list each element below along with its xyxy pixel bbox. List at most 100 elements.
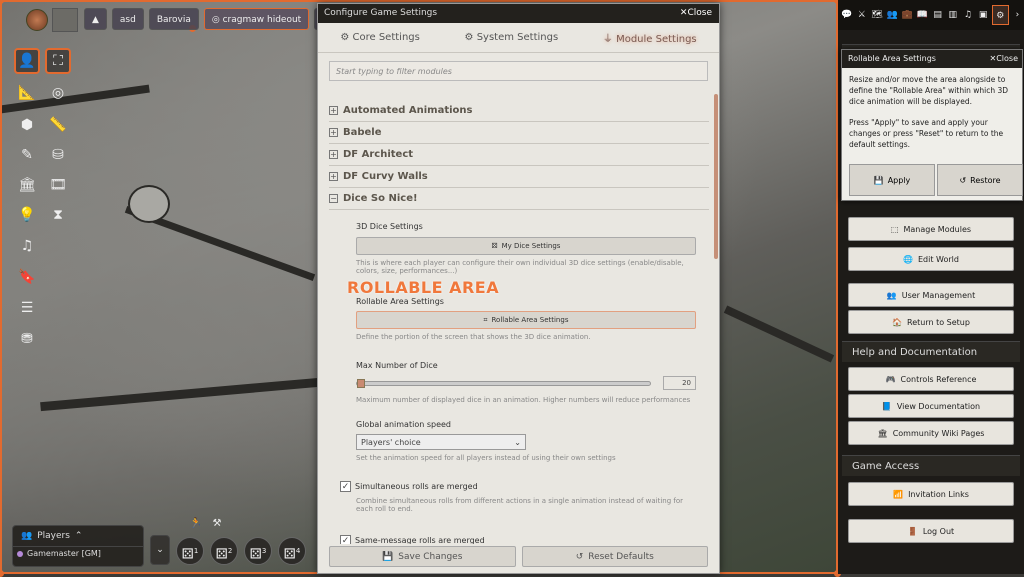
scene-thumbnail	[52, 8, 78, 32]
scenes-icon[interactable]: 🗺	[870, 8, 883, 22]
items-icon[interactable]: 💼	[901, 8, 914, 22]
chat-icon[interactable]: 💬	[840, 8, 853, 22]
log-out-button[interactable]: 🚪 Log Out	[848, 519, 1014, 543]
dice-macro[interactable]: ⚄2	[210, 537, 238, 565]
community-wiki-button[interactable]: 🏛 Community Wiki Pages	[848, 421, 1014, 445]
lighting-controls-icon[interactable]: 💡	[14, 202, 40, 228]
film-icon[interactable]: 🎞	[45, 172, 71, 198]
setting-label: Max Number of Dice	[356, 361, 438, 370]
button-label: Controls Reference	[900, 374, 977, 384]
chevron-down-icon: ⌄	[514, 438, 521, 447]
my-dice-settings-button[interactable]: ⚄ My Dice Settings	[356, 237, 696, 255]
tools-icon[interactable]: ⚒	[207, 513, 227, 533]
scene-tab[interactable]: Barovia	[148, 8, 199, 30]
dice-macro[interactable]: ⚄3	[244, 537, 272, 565]
user-management-button[interactable]: 👥 User Management	[848, 283, 1014, 307]
list-controls-icon[interactable]: ☰	[14, 295, 40, 321]
database-icon[interactable]: ⛁	[45, 142, 71, 168]
tiles-controls-icon[interactable]: ⬢	[14, 112, 40, 138]
module-name: Babele	[343, 127, 382, 138]
button-label: Edit World	[918, 254, 959, 264]
collapse-sidebar-icon[interactable]: ›	[1011, 8, 1024, 22]
tab-core-settings[interactable]: ⚙ Core Settings	[340, 32, 420, 43]
dice-icon: ⚄	[491, 242, 498, 250]
walls-controls-icon[interactable]: 🏛	[14, 172, 40, 198]
plug-icon: ⏚	[602, 34, 617, 45]
same-message-checkbox[interactable]: ✓	[340, 535, 351, 544]
reset-defaults-button[interactable]: ↺ Reset Defaults	[521, 546, 708, 567]
button-label: Return to Setup	[907, 317, 970, 327]
setting-label: Global animation speed	[356, 420, 451, 429]
running-icon[interactable]: 🏃	[186, 513, 206, 533]
popup-header[interactable]: Rollable Area Settings ✕Close	[842, 50, 1022, 68]
dice-macro[interactable]: ⚄1	[176, 537, 204, 565]
module-name: Automated Animations	[343, 105, 473, 116]
dice-macro[interactable]: ⚄4	[278, 537, 306, 565]
chevron-up-icon: ⌃	[74, 531, 83, 541]
scene-tab[interactable]: asd	[111, 8, 144, 30]
popup-title: Rollable Area Settings	[848, 54, 936, 63]
hourglass-icon[interactable]: ⧗	[45, 202, 71, 228]
player-row[interactable]: Gamemaster [GM]	[13, 546, 143, 560]
module-header[interactable]: + DF Architect	[329, 144, 709, 166]
slider-thumb[interactable]	[357, 378, 365, 388]
combat-icon[interactable]: ⚔	[855, 8, 868, 22]
journal-icon[interactable]: 📖	[916, 8, 929, 22]
coins-controls-icon[interactable]: ⛃	[14, 326, 40, 352]
notes-controls-icon[interactable]: 🔖	[14, 264, 40, 290]
drawing-controls-icon[interactable]: ✎	[14, 142, 40, 168]
manage-modules-button[interactable]: ⬚ Manage Modules	[848, 217, 1014, 241]
scene-tab-active[interactable]: ◎ cragmaw hideout	[203, 8, 310, 30]
target-tool-icon[interactable]: ◎	[45, 80, 71, 106]
hotbar-toggle[interactable]: ⌄	[150, 535, 170, 565]
module-header[interactable]: − Dice So Nice!	[329, 188, 709, 210]
tab-module-settings[interactable]: ⏚ Module Settings	[603, 30, 697, 45]
rollable-area-settings-button[interactable]: ⌗ Rollable Area Settings	[356, 311, 696, 329]
sound-controls-icon[interactable]: ♫	[14, 233, 40, 259]
ruler-controls-icon[interactable]: 📐	[14, 80, 40, 106]
module-filter-input[interactable]: Start typing to filter modules	[329, 61, 708, 81]
invitation-links-button[interactable]: 📶 Invitation Links	[848, 482, 1014, 506]
scene-nav-toggle[interactable]: ▲	[84, 8, 107, 30]
dialog-scrollbar[interactable]	[714, 94, 718, 259]
tab-system-settings[interactable]: ⚙ System Settings	[465, 32, 559, 43]
players-header[interactable]: 👥 Players ⌃	[13, 526, 143, 546]
apply-button[interactable]: 💾 Apply	[849, 164, 935, 196]
module-name: Dice So Nice!	[343, 193, 418, 204]
popup-text: Resize and/or move the area alongside to…	[849, 75, 1009, 106]
playlists-icon[interactable]: ♫	[961, 8, 974, 22]
return-setup-button[interactable]: 🏠 Return to Setup	[848, 310, 1014, 334]
cards-icon[interactable]: ▥	[946, 8, 959, 22]
tables-icon[interactable]: ▤	[931, 8, 944, 22]
merged-checkbox[interactable]: ✓	[340, 481, 351, 492]
module-header[interactable]: + DF Curvy Walls	[329, 166, 709, 188]
actors-icon[interactable]: 👥	[886, 8, 899, 22]
restore-button[interactable]: ↺ Restore	[937, 164, 1023, 196]
door-icon: 🚪	[907, 526, 918, 536]
foundry-logo[interactable]	[26, 9, 48, 31]
dialog-header[interactable]: Configure Game Settings ✕Close	[318, 4, 719, 23]
measure-tool-icon[interactable]: 📏	[45, 112, 71, 138]
settings-icon[interactable]: ⚙	[991, 5, 1009, 25]
popup-close-button[interactable]: ✕Close	[990, 50, 1019, 68]
module-header[interactable]: + Automated Animations	[329, 100, 709, 122]
token-controls-icon[interactable]: 👤	[14, 48, 40, 74]
sidebar-tabs: 💬 ⚔ 🗺 👥 💼 📖 ▤ ▥ ♫ ▣ ⚙ ›	[838, 0, 1024, 30]
select-tool-icon[interactable]: ⛶	[45, 48, 71, 74]
edit-world-button[interactable]: 🌐 Edit World	[848, 247, 1014, 271]
setting-label: 3D Dice Settings	[356, 222, 423, 231]
dialog-close-button[interactable]: ✕Close	[680, 4, 712, 23]
animation-speed-select[interactable]: Players' choice ⌄	[356, 434, 526, 450]
max-dice-slider[interactable]	[356, 378, 652, 388]
module-name: DF Architect	[343, 149, 414, 160]
module-header[interactable]: + Babele	[329, 122, 709, 144]
save-changes-button[interactable]: 💾 Save Changes	[329, 546, 516, 567]
section-header: Game Access	[842, 455, 1020, 476]
max-dice-value[interactable]: 20	[663, 376, 696, 390]
map-rock	[128, 185, 170, 223]
tab-label: System Settings	[476, 32, 559, 43]
compendium-icon[interactable]: ▣	[977, 8, 990, 22]
controls-reference-button[interactable]: 🎮 Controls Reference	[848, 367, 1014, 391]
settings-tabs: ⚙ Core Settings ⚙ System Settings ⏚ Modu…	[318, 23, 719, 53]
view-documentation-button[interactable]: 📘 View Documentation	[848, 394, 1014, 418]
